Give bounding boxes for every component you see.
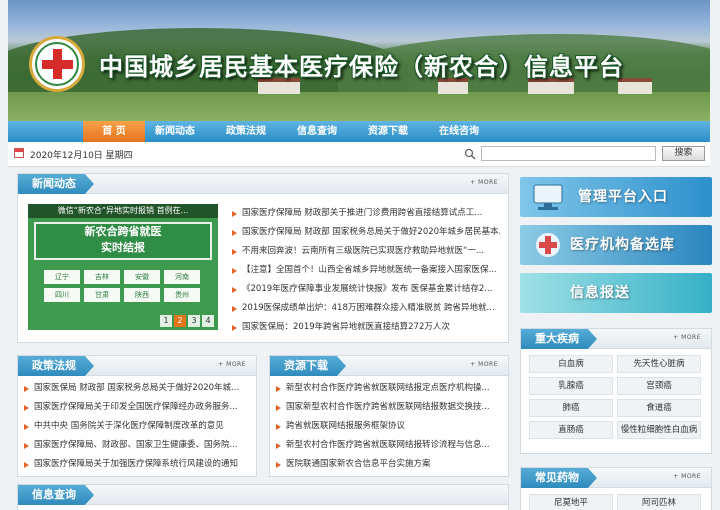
province-cell: 甘肃 bbox=[84, 288, 120, 302]
province-cell: 辽宁 bbox=[44, 270, 80, 284]
search-icon bbox=[464, 148, 476, 160]
sidebar-quick-links: 管理平台入口 医疗机构备选库 信息报送 bbox=[520, 173, 712, 313]
download-list-item[interactable]: 跨省就医联网结报服务框架协议 bbox=[274, 417, 504, 436]
province-cell: 贵州 bbox=[164, 288, 200, 302]
download-list-item[interactable]: 国家新型农村合作医疗跨省就医联网结报数据交换技... bbox=[274, 398, 504, 417]
nav-item-query[interactable]: 信息查询 bbox=[286, 121, 348, 142]
province-cell: 陕西 bbox=[124, 288, 160, 302]
policy-more-link[interactable]: MORE bbox=[218, 361, 246, 368]
policy-list-item[interactable]: 国家医疗保障局关于印发全国医疗保障经办政务服务... bbox=[22, 398, 252, 417]
drug-item[interactable]: 阿司匹林 bbox=[617, 494, 701, 510]
disease-item[interactable]: 先天性心脏病 bbox=[617, 355, 701, 373]
news-list-item[interactable]: 国家医疗保障局 财政部 国家税务总局关于做好2020年城乡居民基本... bbox=[230, 223, 500, 242]
disease-item[interactable]: 乳腺癌 bbox=[529, 377, 613, 395]
news-list: 国家医疗保障局 财政部关于推进门诊费用跨省直接结算试点工... 国家医疗保障局 … bbox=[230, 204, 500, 337]
calendar-icon bbox=[14, 148, 24, 158]
province-cell: 吉林 bbox=[84, 270, 120, 284]
current-date: 2020年12月10日 星期四 bbox=[30, 151, 133, 161]
platform-entry-button[interactable]: 管理平台入口 bbox=[520, 177, 712, 217]
news-list-item[interactable]: 《2019年医疗保障事业发展统计快报》发布 医保基金累计结存2... bbox=[230, 280, 500, 299]
nav-item-home[interactable]: 首 页 bbox=[83, 121, 145, 142]
institution-library-button[interactable]: 医疗机构备选库 bbox=[520, 225, 712, 265]
disease-item[interactable]: 食道癌 bbox=[617, 399, 701, 417]
carousel-page-button[interactable]: 1 bbox=[160, 315, 172, 327]
carousel-board: 新农合跨省就医 实时结报 bbox=[34, 222, 212, 260]
nav-item-download[interactable]: 资源下载 bbox=[357, 121, 419, 142]
platform-entry-label: 管理平台入口 bbox=[578, 189, 668, 205]
carousel-page-button[interactable]: 4 bbox=[202, 315, 214, 327]
policy-list-item[interactable]: 国家医疗保障局、财政部、国家卫生健康委、国务院... bbox=[22, 436, 252, 455]
site-title: 中国城乡居民基本医疗保险（新农合）信息平台 bbox=[99, 53, 624, 81]
policy-list-item[interactable]: 国家医保局 财政部 国家税务总局关于做好2020年城... bbox=[22, 379, 252, 398]
news-list-item[interactable]: 不用来回奔波！云南所有三级医院已实现医疗救助异地就医“一... bbox=[230, 242, 500, 261]
policy-panel-title: 政策法规 bbox=[18, 356, 94, 376]
drugs-panel: 常见药物 MORE 尼莫地平 阿司匹林 bbox=[520, 467, 712, 510]
carousel-page-button[interactable]: 3 bbox=[188, 315, 200, 327]
news-list-item[interactable]: 2019医保成绩单出炉：418万困难群众接入精准脱贫 跨省异地就... bbox=[230, 299, 500, 318]
disease-item[interactable]: 直肠癌 bbox=[529, 421, 613, 439]
province-cells: 辽宁 吉林 安徽 河南 四川 甘肃 陕西 贵州 bbox=[42, 268, 202, 304]
download-list-item[interactable]: 医院联通国家新农合信息平台实施方案 bbox=[274, 455, 504, 474]
site-logo-icon bbox=[29, 36, 85, 92]
disease-item[interactable]: 慢性粒细胞性白血病 bbox=[617, 421, 701, 439]
query-panel-title: 信息查询 bbox=[18, 485, 94, 505]
carousel-pager: 1234 bbox=[158, 315, 214, 327]
disease-item[interactable]: 白血病 bbox=[529, 355, 613, 373]
province-cell: 安徽 bbox=[124, 270, 160, 284]
download-panel-title: 资源下载 bbox=[270, 356, 346, 376]
nav-item-consult[interactable]: 在线咨询 bbox=[428, 121, 490, 142]
banner-field bbox=[8, 92, 710, 121]
board-line: 实时结报 bbox=[101, 241, 145, 254]
drug-item[interactable]: 尼莫地平 bbox=[529, 494, 613, 510]
news-carousel-image[interactable]: 微信“新农合”异地实时报销 首例在... 新农合跨省就医 实时结报 辽宁 吉林 … bbox=[28, 204, 218, 330]
drugs-more-link[interactable]: MORE bbox=[673, 473, 701, 480]
policy-list: 国家医保局 财政部 国家税务总局关于做好2020年城... 国家医疗保障局关于印… bbox=[18, 376, 256, 474]
drugs-grid: 尼莫地平 阿司匹林 bbox=[521, 488, 711, 510]
board-line: 新农合跨省就医 bbox=[84, 225, 162, 238]
news-panel: 新闻动态 MORE 微信“新农合”异地实时报销 首例在... 新农合跨省就医 实… bbox=[17, 173, 509, 343]
nav-item-policy[interactable]: 政策法规 bbox=[215, 121, 277, 142]
download-list-item[interactable]: 新型农村合作医疗跨省就医联网结报定点医疗机构操... bbox=[274, 379, 504, 398]
diseases-more-link[interactable]: MORE bbox=[673, 334, 701, 341]
search-input[interactable] bbox=[481, 146, 656, 161]
diseases-grid: 白血病 先天性心脏病 乳腺癌 宫颈癌 肺癌 食道癌 直肠癌 慢性粒细胞性白血病 bbox=[521, 349, 711, 439]
news-list-item[interactable]: 【注意】全国首个！山西全省城乡异地就医统一备案接入国家医保... bbox=[230, 261, 500, 280]
carousel-caption[interactable]: 微信“新农合”异地实时报销 首例在... bbox=[28, 204, 218, 218]
policy-panel: 政策法规 MORE 国家医保局 财政部 国家税务总局关于做好2020年城... … bbox=[17, 355, 257, 477]
download-more-link[interactable]: MORE bbox=[470, 361, 498, 368]
diseases-panel: 重大疾病 MORE 白血病 先天性心脏病 乳腺癌 宫颈癌 肺癌 食道癌 直肠癌 … bbox=[520, 328, 712, 454]
computer-icon bbox=[533, 184, 563, 210]
news-more-link[interactable]: MORE bbox=[470, 179, 498, 186]
disease-item[interactable]: 肺癌 bbox=[529, 399, 613, 417]
download-panel: 资源下载 MORE 新型农村合作医疗跨省就医联网结报定点医疗机构操... 国家新… bbox=[269, 355, 509, 477]
main-nav: 首 页 新闻动态 政策法规 信息查询 资源下载 在线咨询 bbox=[8, 121, 710, 142]
news-list-item[interactable]: 国家医保局：2019年跨省异地就医直接结算272万人次 bbox=[230, 318, 500, 337]
query-panel: 信息查询 bbox=[17, 484, 509, 510]
carousel-page-button[interactable]: 2 bbox=[174, 315, 186, 327]
download-list: 新型农村合作医疗跨省就医联网结报定点医疗机构操... 国家新型农村合作医疗跨省就… bbox=[270, 376, 508, 474]
news-panel-title: 新闻动态 bbox=[18, 174, 94, 194]
institution-library-label: 医疗机构备选库 bbox=[570, 237, 675, 253]
province-cell: 河南 bbox=[164, 270, 200, 284]
toolbar: 2020年12月10日 星期四 搜索 bbox=[8, 142, 710, 167]
disease-item[interactable]: 宫颈癌 bbox=[617, 377, 701, 395]
info-report-label: 信息报送 bbox=[570, 285, 630, 301]
search-button[interactable]: 搜索 bbox=[662, 146, 705, 161]
drugs-panel-title: 常见药物 bbox=[521, 468, 597, 488]
policy-list-item[interactable]: 国家医疗保障局关于加强医疗保障系统行风建设的通知 bbox=[22, 455, 252, 474]
header-banner: 中国城乡居民基本医疗保险（新农合）信息平台 bbox=[8, 0, 710, 121]
diseases-panel-title: 重大疾病 bbox=[521, 329, 597, 349]
medical-icon bbox=[536, 233, 560, 257]
policy-list-item[interactable]: 中共中央 国务院关于深化医疗保障制度改革的意见 bbox=[22, 417, 252, 436]
info-report-button[interactable]: 信息报送 bbox=[520, 273, 712, 313]
nav-item-news[interactable]: 新闻动态 bbox=[144, 121, 206, 142]
province-cell: 四川 bbox=[44, 288, 80, 302]
download-list-item[interactable]: 新型农村合作医疗跨省就医联网结报转诊流程与信息... bbox=[274, 436, 504, 455]
news-list-item[interactable]: 国家医疗保障局 财政部关于推进门诊费用跨省直接结算试点工... bbox=[230, 204, 500, 223]
